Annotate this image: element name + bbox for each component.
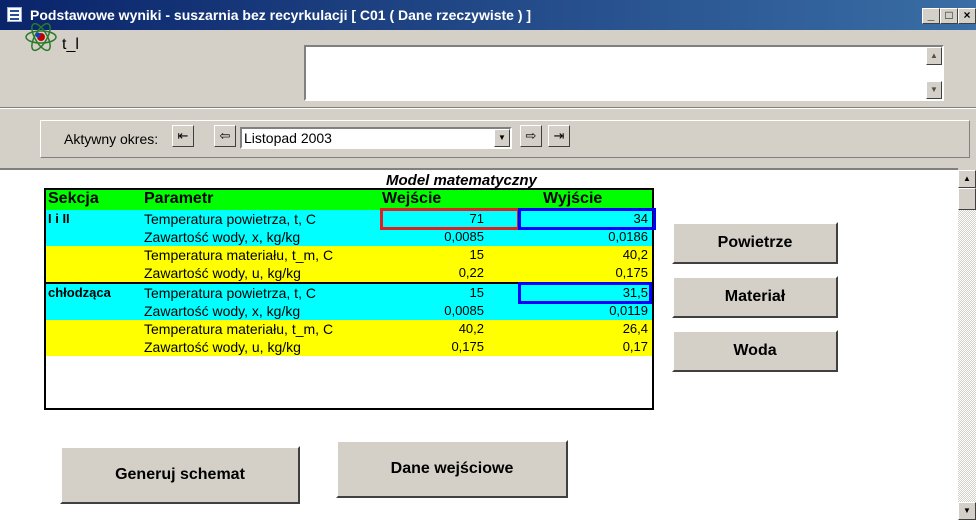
- table-row: Zawartość wody, u, kg/kg 0,22 0,175: [46, 264, 652, 282]
- period-select[interactable]: Listopad 2003 ▼: [240, 127, 512, 149]
- close-button[interactable]: ×: [958, 8, 976, 24]
- input-cell[interactable]: 0,0085: [444, 229, 484, 244]
- period-value: Listopad 2003: [244, 130, 332, 146]
- parameter-cell: Temperatura materiału, t_m, C: [144, 247, 334, 263]
- generate-diagram-button[interactable]: Generuj schemat: [60, 446, 300, 504]
- parameter-cell: Temperatura powietrza, t, C: [144, 285, 316, 301]
- parameter-cell: Temperatura powietrza, t, C: [144, 211, 316, 227]
- parameter-cell: Zawartość wody, u, kg/kg: [144, 339, 301, 355]
- output-cell-highlight: [518, 208, 656, 230]
- form-icon[interactable]: [7, 7, 22, 22]
- arrow-down-icon[interactable]: ▼: [926, 81, 942, 99]
- output-cell[interactable]: 0,17: [623, 339, 648, 354]
- first-period-button[interactable]: ⇤: [172, 125, 194, 147]
- table-row: Zawartość wody, x, kg/kg 0,0085 0,0119: [46, 302, 652, 320]
- chevron-down-icon[interactable]: ▼: [494, 129, 510, 147]
- arrow-up-icon[interactable]: ▲: [958, 170, 976, 188]
- separator: [0, 107, 976, 109]
- output-cell[interactable]: 0,175: [615, 265, 648, 280]
- model-title: Model matematyczny: [386, 172, 537, 189]
- output-cell-highlight: [518, 282, 652, 304]
- table-row: Zawartość wody, u, kg/kg 0,175 0,17: [46, 338, 652, 356]
- parameter-cell: Zawartość wody, x, kg/kg: [144, 303, 301, 319]
- input-cell[interactable]: 0,175: [451, 339, 484, 354]
- period-label: Aktywny okres:: [64, 131, 159, 147]
- input-cell[interactable]: 0,0085: [444, 303, 484, 318]
- parameter-cell: Zawartość wody, x, kg/kg: [144, 229, 301, 245]
- next-period-button[interactable]: ⇨: [520, 125, 542, 147]
- input-data-button[interactable]: Dane wejściowe: [336, 440, 568, 498]
- output-cell[interactable]: 0,0186: [608, 229, 648, 244]
- title-bar: Podstawowe wyniki - suszarnia bez recyrk…: [0, 0, 976, 30]
- output-cell[interactable]: 40,2: [623, 247, 648, 262]
- previous-period-button[interactable]: ⇦: [214, 125, 236, 147]
- vertical-scrollbar[interactable]: ▲ ▼: [958, 170, 976, 520]
- input-cell[interactable]: 15: [470, 247, 484, 262]
- table-row: Zawartość wody, x, kg/kg 0,0085 0,0186: [46, 228, 652, 246]
- water-button[interactable]: Woda: [672, 330, 838, 372]
- window-title: Podstawowe wyniki - suszarnia bez recyrk…: [30, 7, 532, 23]
- arrow-down-icon[interactable]: ▼: [958, 502, 976, 520]
- table-row: Temperatura materiału, t_m, C 40,2 26,4: [46, 320, 652, 338]
- column-header-input: Wejście: [382, 190, 442, 207]
- section-cell: chłodząca: [48, 285, 111, 300]
- column-header-section: Sekcja: [48, 190, 99, 207]
- section-cell: I i II: [48, 211, 70, 226]
- minimize-button[interactable]: _: [922, 8, 940, 24]
- table-header: Sekcja Parametr Wejście Wyjście: [46, 190, 652, 210]
- air-button[interactable]: Powietrze: [672, 222, 838, 264]
- output-cell[interactable]: 26,4: [623, 321, 648, 336]
- column-header-parameter: Parametr: [144, 190, 214, 207]
- scroll-thumb[interactable]: [958, 188, 976, 210]
- atom-icon: [25, 22, 57, 52]
- info-textbox[interactable]: ▲ ▼: [304, 45, 944, 101]
- table-filler: [46, 356, 652, 408]
- column-header-output: Wyjście: [543, 190, 603, 207]
- variable-label: t_l: [62, 36, 79, 53]
- input-cell[interactable]: 40,2: [459, 321, 484, 336]
- results-table: Sekcja Parametr Wejście Wyjście I i II T…: [44, 188, 656, 410]
- input-cell-highlight: [380, 208, 520, 230]
- table-row: Temperatura materiału, t_m, C 15 40,2: [46, 246, 652, 264]
- arrow-up-icon[interactable]: ▲: [926, 47, 942, 65]
- input-cell[interactable]: 15: [470, 285, 484, 300]
- maximize-button[interactable]: □: [940, 8, 958, 24]
- parameter-cell: Temperatura materiału, t_m, C: [144, 321, 334, 337]
- output-cell[interactable]: 0,0119: [609, 303, 648, 318]
- input-cell[interactable]: 0,22: [459, 265, 484, 280]
- last-period-button[interactable]: ⇥: [548, 125, 570, 147]
- parameter-cell: Zawartość wody, u, kg/kg: [144, 265, 301, 281]
- material-button[interactable]: Materiał: [672, 276, 838, 318]
